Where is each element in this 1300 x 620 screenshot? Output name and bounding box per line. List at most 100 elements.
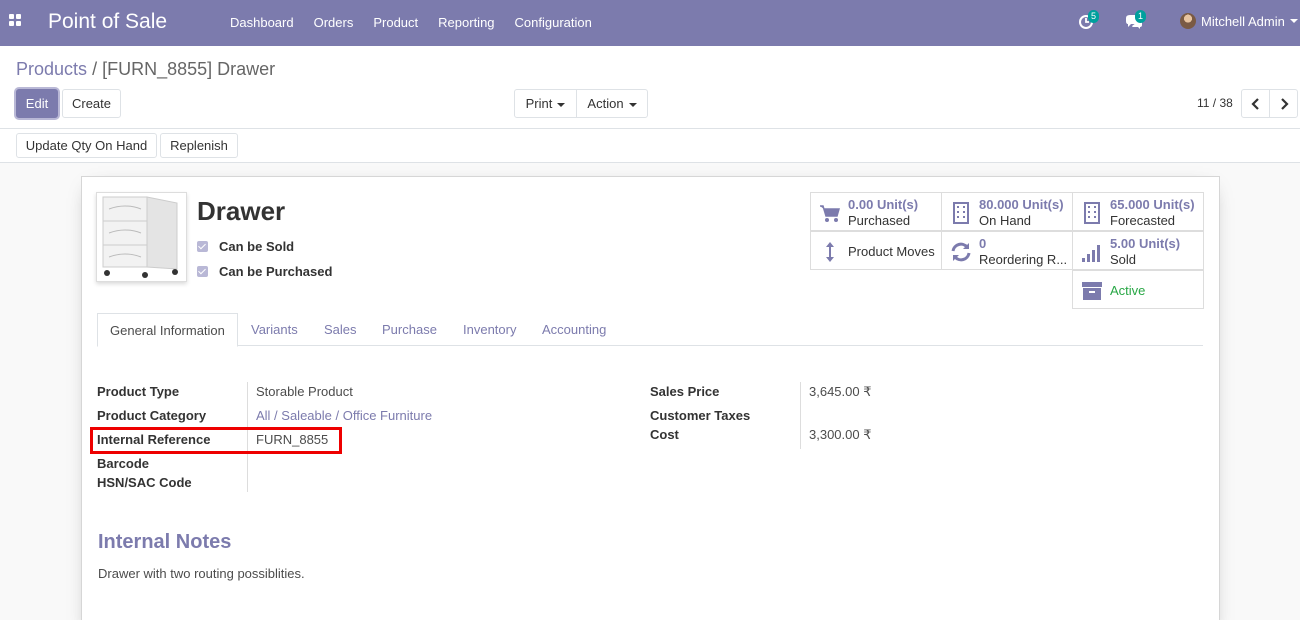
form-statusbar: Update Qty On Hand Replenish [0,129,1300,163]
tab-general-information[interactable]: General Information [97,313,238,347]
can-be-purchased-checkbox[interactable] [197,266,208,277]
chevron-down-icon [557,102,566,107]
breadcrumb-separator: / [92,59,98,79]
menu-item-orders[interactable]: Orders [304,0,364,46]
messages-badge: 1 [1135,10,1147,23]
can-be-sold-row: Can be Sold [197,239,294,254]
reordering-label: Reordering R... [979,252,1068,267]
arrows-vertical-icon [826,242,834,262]
active-toggle-button[interactable]: Active [1072,270,1204,309]
purchased-value: 0.00 [848,197,874,212]
product-moves-smart-button[interactable]: Product Moves [810,231,942,270]
main-menu: Dashboard Orders Product Reporting Confi… [220,0,602,46]
purchased-smart-button[interactable]: 0.00 Unit(s) Purchased [810,192,942,231]
product-name[interactable]: Drawer [197,196,285,227]
building-icon [1084,202,1100,224]
forecasted-smart-button[interactable]: 65.000 Unit(s) Forecasted [1072,192,1204,231]
top-navbar: Point of Sale Dashboard Orders Product R… [0,0,1300,46]
product-type-label: Product Type [97,384,180,399]
edit-button[interactable]: Edit [16,89,58,118]
messages-button[interactable]: 1 [1125,10,1147,34]
activity-badge: 5 [1088,10,1100,23]
pager-previous-button[interactable] [1241,89,1270,118]
sold-unit: Unit(s) [1138,236,1181,251]
chevron-left-icon [1250,98,1259,110]
action-label: Action [587,96,624,111]
building-icon [953,202,969,224]
menu-item-dashboard[interactable]: Dashboard [220,0,304,46]
sold-label: Sold [1110,252,1137,267]
user-menu[interactable]: Mitchell Admin [1180,13,1298,29]
reordering-rules-smart-button[interactable]: 0 Reordering R... [941,231,1073,270]
breadcrumb: Products / [FURN_8855] Drawer [16,59,275,80]
shopping-cart-icon [820,205,840,222]
user-name: Mitchell Admin [1201,13,1285,29]
highlight-box [90,427,342,454]
customer-taxes-field[interactable] [809,408,1009,424]
menu-item-product[interactable]: Product [363,0,428,46]
action-dropdown[interactable]: Action [576,89,648,118]
hsn-code-label: HSN/SAC Code [97,475,192,490]
can-be-sold-label: Can be Sold [219,239,295,254]
on-hand-smart-button[interactable]: 80.000 Unit(s) On Hand [941,192,1073,231]
internal-notes-field[interactable]: Drawer with two routing possiblities. [98,566,305,581]
can-be-purchased-label: Can be Purchased [219,264,333,279]
purchased-unit: Unit(s) [876,197,919,212]
barcode-label: Barcode [97,456,150,471]
sales-price-label: Sales Price [650,384,720,399]
internal-notes-title: Internal Notes [98,531,232,553]
sold-value: 5.00 [1110,236,1136,251]
signal-bars-icon [1082,245,1100,262]
field-divider [800,382,801,449]
tab-variants[interactable]: Variants [251,313,298,346]
hsn-code-field[interactable] [256,475,456,491]
onhand-value: 80.000 [979,197,1019,212]
pager-next-button[interactable] [1269,89,1298,118]
forecasted-unit: Unit(s) [1153,197,1195,212]
tab-inventory[interactable]: Inventory [463,313,516,346]
print-dropdown[interactable]: Print [514,89,577,118]
menu-item-configuration[interactable]: Configuration [505,0,602,46]
onhand-label: On Hand [979,213,1032,228]
active-label: Active [1110,283,1146,298]
menu-item-reporting[interactable]: Reporting [428,0,504,46]
reordering-value: 0 [979,236,987,251]
breadcrumb-products-link[interactable]: Products [16,59,87,79]
cost-field[interactable]: 3,300.00 ₹ [809,427,872,443]
notebook-tabs: General Information Variants Sales Purch… [97,313,1203,347]
purchased-label: Purchased [848,213,911,228]
app-title[interactable]: Point of Sale [48,10,167,34]
moves-label: Product Moves [848,244,935,259]
can-be-sold-checkbox[interactable] [197,241,208,252]
forecasted-label: Forecasted [1110,213,1176,228]
replenish-button[interactable]: Replenish [160,133,238,158]
refresh-icon [951,242,971,262]
breadcrumb-current: [FURN_8855] Drawer [102,59,276,79]
activity-button[interactable]: 5 [1078,10,1100,34]
tab-purchase[interactable]: Purchase [382,313,437,346]
control-panel: Products / [FURN_8855] Drawer Edit Creat… [0,46,1300,129]
avatar [1180,13,1196,29]
update-qty-button[interactable]: Update Qty On Hand [16,133,157,158]
product-type-field[interactable]: Storable Product [256,384,353,399]
sales-price-field[interactable]: 3,645.00 ₹ [809,384,872,400]
product-category-label: Product Category [97,408,207,423]
drawer-cabinet-image [102,196,178,278]
tab-sales[interactable]: Sales [324,313,357,346]
create-button[interactable]: Create [62,89,121,118]
onhand-unit: Unit(s) [1022,197,1064,212]
chevron-right-icon [1280,98,1289,110]
archive-icon [1082,282,1102,300]
chevron-down-icon [1289,19,1298,23]
forecasted-value: 65.000 [1110,197,1150,212]
chevron-down-icon [628,102,637,107]
barcode-field[interactable] [256,456,456,472]
apps-menu-icon[interactable] [9,14,25,30]
pager-value[interactable]: 11 / 38 [1197,96,1233,110]
print-label: Print [525,96,553,111]
sold-smart-button[interactable]: 5.00 Unit(s) Sold [1072,231,1204,270]
tab-accounting[interactable]: Accounting [542,313,606,346]
product-image[interactable] [96,192,187,282]
product-category-link[interactable]: All / Saleable / Office Furniture [256,408,432,423]
customer-taxes-label: Customer Taxes [650,408,751,423]
